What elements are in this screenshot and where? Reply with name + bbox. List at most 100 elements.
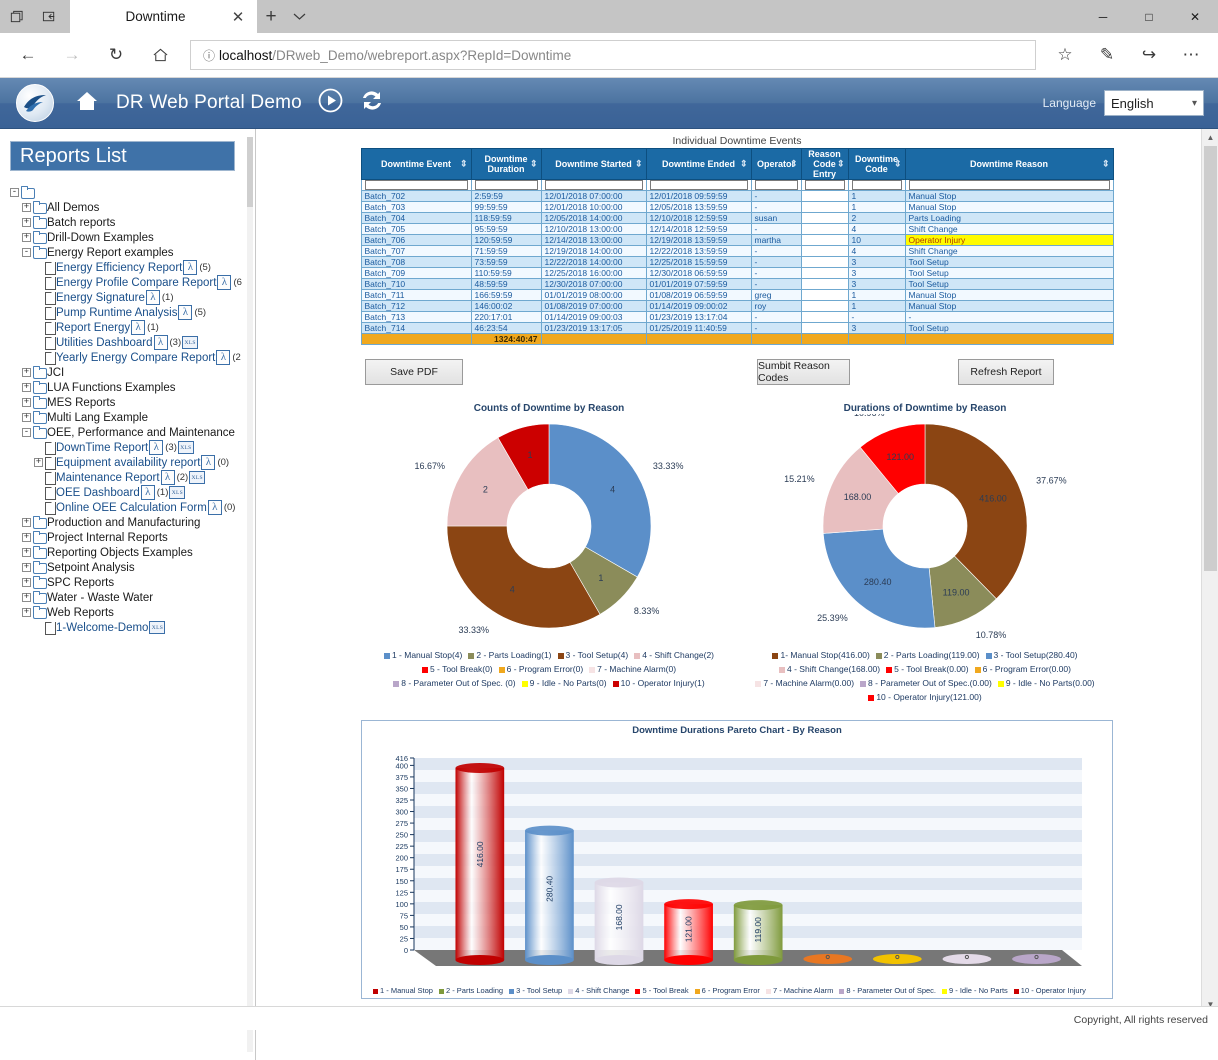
tree-item[interactable]: - [10, 185, 255, 200]
excel-icon[interactable]: XLS [189, 471, 205, 484]
share-icon[interactable]: ↪ [1128, 37, 1170, 73]
tree-expander[interactable]: + [22, 203, 31, 212]
favorites-icon[interactable]: ☆ [1044, 37, 1086, 73]
filter-input[interactable] [801, 180, 848, 191]
filter-input[interactable] [361, 180, 471, 191]
window-close-button[interactable]: ✕ [1172, 0, 1218, 33]
pdf-icon[interactable]: λ [161, 470, 175, 485]
tree-item[interactable]: +JCI [10, 365, 255, 380]
pdf-icon[interactable]: λ [141, 485, 155, 500]
pdf-icon[interactable]: λ [146, 290, 160, 305]
tree-expander[interactable]: + [22, 398, 31, 407]
submit-reason-codes-button[interactable]: Sumbit Reason Codes [757, 359, 850, 385]
filter-input[interactable] [646, 180, 751, 191]
maximize-button[interactable]: □ [1126, 0, 1172, 33]
tree-item[interactable]: 1-Welcome-DemoXLS [10, 620, 255, 635]
tab-overview-icon[interactable] [0, 0, 33, 33]
tree-expander[interactable]: + [22, 368, 31, 377]
sort-icon[interactable]: ⇕ [1102, 159, 1110, 170]
table-row[interactable]: Batch_70771:59:5912/19/2018 14:00:0012/2… [361, 246, 1113, 257]
table-cell-entry[interactable] [801, 224, 848, 235]
pdf-icon[interactable]: λ [201, 455, 215, 470]
reload-icon[interactable]: ↻ [94, 37, 138, 73]
address-bar[interactable]: ⓘ localhost/DRweb_Demo/webreport.aspx?Re… [190, 40, 1036, 70]
table-row[interactable]: Batch_712146:00:0201/08/2019 07:00:0001/… [361, 301, 1113, 312]
table-cell-entry[interactable] [801, 257, 848, 268]
refresh-report-button[interactable]: Refresh Report [958, 359, 1054, 385]
pdf-icon[interactable]: λ [131, 320, 145, 335]
tree-item[interactable]: +Water - Waste Water [10, 590, 255, 605]
app-logo-icon[interactable] [16, 84, 54, 122]
sort-icon[interactable]: ⇕ [635, 159, 643, 170]
new-tab-button[interactable]: + [257, 0, 285, 33]
table-column-header[interactable]: Downtime Event⇕ [361, 149, 471, 180]
filter-input[interactable] [905, 180, 1113, 191]
table-column-header[interactable]: Downtime Code⇕ [848, 149, 905, 180]
tree-item[interactable]: +SPC Reports [10, 575, 255, 590]
tree-item[interactable]: +Equipment availability reportλ(0) [10, 455, 255, 470]
tree-item[interactable]: +Setpoint Analysis [10, 560, 255, 575]
filter-input[interactable] [751, 180, 801, 191]
table-row[interactable]: Batch_709110:59:5912/25/2018 16:00:0012/… [361, 268, 1113, 279]
table-row[interactable]: Batch_704118:59:5912/05/2018 14:00:0012/… [361, 213, 1113, 224]
sort-icon[interactable]: ⇕ [837, 159, 845, 170]
sort-icon[interactable]: ⇕ [790, 159, 798, 170]
tree-expander[interactable]: + [22, 518, 31, 527]
pdf-icon[interactable]: λ [217, 275, 231, 290]
table-row[interactable]: Batch_70595:59:5912/10/2018 13:00:0012/1… [361, 224, 1113, 235]
tree-item[interactable]: Yearly Energy Compare Reportλ(2 [10, 350, 255, 365]
language-dropdown[interactable]: English ▾ [1104, 90, 1204, 116]
refresh-icon[interactable] [359, 88, 385, 118]
table-cell-entry[interactable] [801, 290, 848, 301]
table-row[interactable]: Batch_71446:23:5401/23/2019 13:17:0501/2… [361, 323, 1113, 334]
sort-icon[interactable]: ⇕ [530, 159, 538, 170]
tree-expander[interactable]: + [22, 413, 31, 422]
tree-item[interactable]: OEE Dashboardλ(1)XLS [10, 485, 255, 500]
pdf-icon[interactable]: λ [178, 305, 192, 320]
scroll-up-icon[interactable]: ▲ [1202, 129, 1218, 146]
tree-item[interactable]: Energy Profile Compare Reportλ(6 [10, 275, 255, 290]
tree-expander[interactable]: + [22, 608, 31, 617]
language-selector[interactable]: Language English ▾ [1043, 90, 1204, 116]
back-icon[interactable]: ← [6, 37, 50, 73]
table-row[interactable]: Batch_7022:59:5912/01/2018 07:00:0012/01… [361, 191, 1113, 202]
tree-item[interactable]: +All Demos [10, 200, 255, 215]
minimize-button[interactable]: ─ [1080, 0, 1126, 33]
excel-icon[interactable]: XLS [178, 441, 194, 454]
table-column-header[interactable]: DowntimeDuration⇕ [471, 149, 541, 180]
pdf-icon[interactable]: λ [183, 260, 197, 275]
table-cell-entry[interactable] [801, 301, 848, 312]
tree-item[interactable]: Utilities Dashboardλ(3)XLS [10, 335, 255, 350]
pdf-icon[interactable]: λ [216, 350, 230, 365]
tree-expander[interactable]: + [22, 233, 31, 242]
sort-icon[interactable]: ⇕ [740, 159, 748, 170]
table-row[interactable]: Batch_713220:17:0101/14/2019 09:00:0301/… [361, 312, 1113, 323]
tree-expander[interactable]: - [22, 428, 31, 437]
table-row[interactable]: Batch_70399:59:5912/01/2018 10:00:0012/0… [361, 202, 1113, 213]
table-cell-entry[interactable] [801, 202, 848, 213]
table-cell-entry[interactable] [801, 268, 848, 279]
filter-input[interactable] [541, 180, 646, 191]
table-row[interactable]: Batch_711166:59:5901/01/2019 08:00:0001/… [361, 290, 1113, 301]
tree-expander[interactable]: + [34, 458, 43, 467]
filter-input[interactable] [848, 180, 905, 191]
tree-item[interactable]: Report Energyλ(1) [10, 320, 255, 335]
tree-item[interactable]: Energy Signatureλ(1) [10, 290, 255, 305]
scroll-thumb[interactable] [1204, 146, 1217, 571]
tree-expander[interactable]: + [22, 563, 31, 572]
tree-item[interactable]: +Web Reports [10, 605, 255, 620]
tree-item[interactable]: Online OEE Calculation Formλ(0) [10, 500, 255, 515]
tree-expander[interactable]: + [22, 218, 31, 227]
tree-item[interactable]: +MES Reports [10, 395, 255, 410]
tree-item[interactable]: +LUA Functions Examples [10, 380, 255, 395]
site-info-icon[interactable]: ⓘ [199, 47, 219, 64]
sort-icon[interactable]: ⇕ [894, 159, 902, 170]
table-cell-entry[interactable] [801, 191, 848, 202]
table-row[interactable]: Batch_70873:59:5912/22/2018 14:00:0012/2… [361, 257, 1113, 268]
play-icon[interactable] [318, 88, 343, 118]
table-cell-entry[interactable] [801, 279, 848, 290]
tree-item[interactable]: +Batch reports [10, 215, 255, 230]
tree-item[interactable]: Energy Efficiency Reportλ(5) [10, 260, 255, 275]
close-icon[interactable]: ✕ [227, 6, 249, 28]
tree-item[interactable]: +Project Internal Reports [10, 530, 255, 545]
